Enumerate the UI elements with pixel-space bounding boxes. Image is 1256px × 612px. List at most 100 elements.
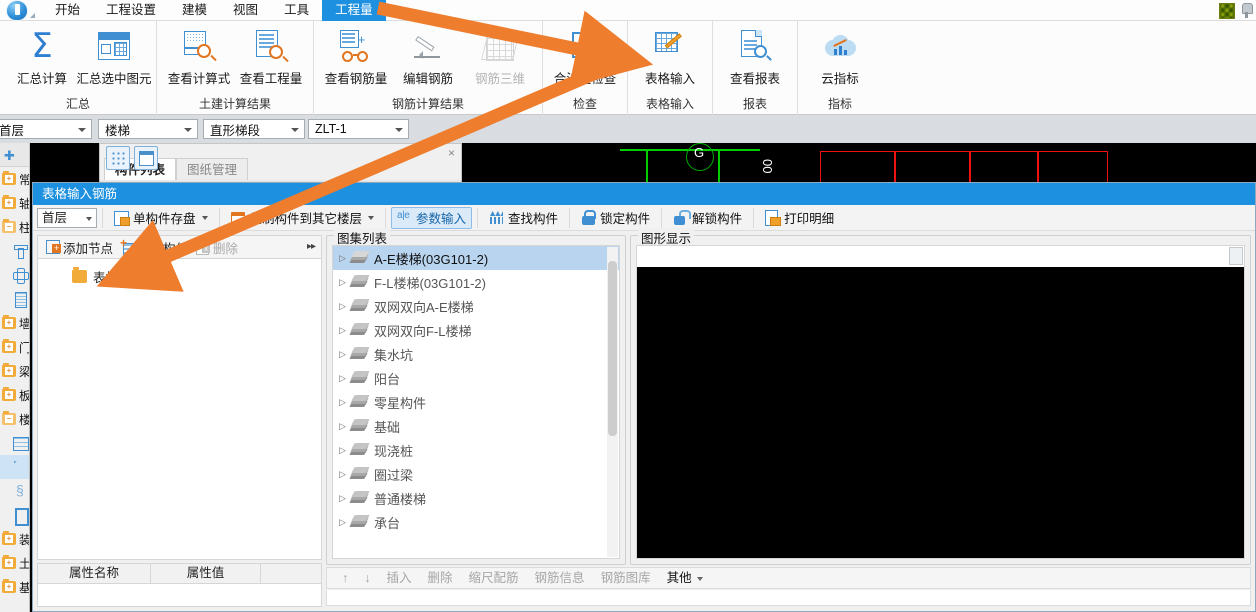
find-component-button[interactable]: 查找构件: [483, 207, 564, 229]
atlas-item-label: 双网双向A-E楼梯: [374, 299, 474, 315]
scale-rebar-button: 缩尺配筋: [468, 571, 519, 585]
ribbon-button-edit-rebar[interactable]: 编辑钢筋: [392, 23, 464, 87]
list-item[interactable]: ▷ A-E楼梯(03G101-2): [333, 246, 619, 270]
menu-item-modeling[interactable]: 建模: [169, 0, 220, 21]
component-tree[interactable]: 表格构件钢筋: [37, 259, 322, 560]
sidebar-item-cross-column[interactable]: [0, 263, 29, 287]
graphic-scrollbar-button[interactable]: [1229, 247, 1243, 265]
print-detail-button[interactable]: 打印明细: [759, 207, 840, 229]
sidebar-item-beam[interactable]: + 梁: [0, 359, 29, 383]
sidebar-item-stair-segment[interactable]: [0, 455, 29, 479]
menu-item-start[interactable]: 开始: [42, 0, 93, 21]
graphic-render-surface[interactable]: [637, 267, 1244, 558]
chevron-down-icon[interactable]: [368, 215, 375, 220]
sidebar-item-column-grid[interactable]: [0, 287, 29, 311]
toolbar-separator: [102, 207, 103, 228]
book-icon: [349, 514, 370, 529]
scrollbar-thumb[interactable]: [608, 261, 617, 436]
add-node-button[interactable]: 添加节点: [42, 237, 117, 257]
ribbon-button-view-report[interactable]: 查看报表: [719, 23, 791, 87]
tab-drawing-manager[interactable]: 图纸管理: [176, 158, 249, 180]
graphic-display-area[interactable]: [636, 245, 1245, 559]
sidebar-item-common[interactable]: + 常用: [0, 167, 29, 191]
sidebar-item-slab[interactable]: + 板: [0, 383, 29, 407]
component-subtype-selector[interactable]: 直形梯段: [203, 119, 305, 139]
toolbar-overflow-icon[interactable]: ▸▸: [307, 241, 316, 252]
ribbon-button-summary-selected[interactable]: 汇总选中图元: [77, 23, 152, 87]
sidebar-item-foundation[interactable]: + 基础: [0, 575, 29, 599]
rebar-data-grid[interactable]: [326, 590, 1251, 606]
list-item[interactable]: ▷ 零星构件: [333, 390, 619, 414]
list-item[interactable]: ▷ 圈过梁: [333, 462, 619, 486]
column-icon: [12, 243, 28, 259]
atlas-list-scrollbar[interactable]: [607, 247, 618, 557]
cloud-chart-icon: [820, 28, 860, 66]
sidebar-item-decoration[interactable]: + 装修: [0, 527, 29, 551]
book-icon: [349, 346, 370, 361]
list-item[interactable]: ▷ F-L楼梯(03G101-2): [333, 270, 619, 294]
atlas-item-label: 阳台: [374, 371, 401, 387]
sidebar-item-earthwork[interactable]: + 土方: [0, 551, 29, 575]
list-item[interactable]: ▷ 双网双向A-E楼梯: [333, 294, 619, 318]
floor-selector[interactable]: 首层: [0, 119, 92, 139]
close-icon[interactable]: ×: [448, 146, 455, 160]
view-mode-card-button[interactable]: [134, 146, 158, 170]
parameter-input-button[interactable]: 参数输入: [391, 206, 473, 229]
lock-component-button[interactable]: 锁定构件: [575, 207, 656, 229]
menu-item-tools[interactable]: 工具: [271, 0, 322, 21]
atlas-list[interactable]: ▷ A-E楼梯(03G101-2) ▷ F-L楼梯(03G101-2) ▷ 双网…: [332, 245, 620, 559]
copy-to-other-floor-button[interactable]: 复制构件到其它楼层: [225, 207, 381, 229]
sidebar-item-column[interactable]: − 柱: [0, 215, 29, 239]
ribbon-button-summary-calc[interactable]: Σ 汇总计算: [6, 23, 78, 87]
texture-swatch-icon[interactable]: [1219, 2, 1235, 19]
pin-icon[interactable]: [1241, 2, 1253, 19]
list-item[interactable]: ▷ 普通楼梯: [333, 486, 619, 510]
folder-icon: +: [2, 171, 16, 185]
list-item[interactable]: ▷ 双网双向F-L楼梯: [333, 318, 619, 342]
document-magnifier-icon: [251, 28, 291, 66]
ribbon-button-view-formula[interactable]: 查看计算式: [163, 23, 235, 87]
sidebar-item-stairs[interactable]: − 楼梯: [0, 407, 29, 431]
ribbon-button-validity-check[interactable]: 合法性检查: [549, 23, 621, 87]
sidebar-item-label: 板: [19, 387, 29, 404]
folder-icon: +: [2, 195, 16, 209]
add-icon[interactable]: ✚: [4, 148, 15, 164]
folder-open-icon: −: [2, 411, 16, 425]
tree-root-node[interactable]: 表格构件钢筋: [44, 267, 315, 286]
app-logo-orb: [6, 0, 28, 21]
unlock-component-button[interactable]: 解锁构件: [667, 207, 748, 229]
component-name-selector[interactable]: ZLT-1: [308, 119, 409, 139]
menu-item-quantity[interactable]: 工程量: [322, 0, 386, 21]
list-item[interactable]: ▷ 阳台: [333, 366, 619, 390]
sidebar-item-rect[interactable]: [0, 503, 29, 527]
add-node-label: 添加节点: [63, 241, 114, 256]
chevron-down-icon[interactable]: [201, 215, 208, 220]
folder-open-icon: −: [2, 219, 16, 233]
list-item[interactable]: ▷ 集水坑: [333, 342, 619, 366]
sidebar-item-column-shape[interactable]: [0, 239, 29, 263]
save-component-button[interactable]: 单构件存盘: [108, 207, 214, 229]
ribbon-button-table-input[interactable]: 表格输入: [634, 23, 706, 87]
other-button[interactable]: 其他: [660, 568, 710, 588]
sidebar-item-door-window[interactable]: + 门窗: [0, 335, 29, 359]
menu-item-view[interactable]: 视图: [220, 0, 271, 21]
sidebar-item-stair-shape[interactable]: [0, 431, 29, 455]
add-component-button[interactable]: 添加构件: [117, 237, 192, 257]
component-type-selector[interactable]: 楼梯: [98, 119, 198, 139]
dialog-floor-selector[interactable]: 首层: [37, 207, 97, 228]
sidebar-item-axis[interactable]: + 轴线: [0, 191, 29, 215]
folder-icon: +: [2, 315, 16, 329]
menu-item-project-settings[interactable]: 工程设置: [93, 0, 169, 21]
sidebar-item-wall[interactable]: + 墙: [0, 311, 29, 335]
folder-icon: +: [2, 363, 16, 377]
list-item[interactable]: ▷ 基础: [333, 414, 619, 438]
toolbar-separator: [218, 207, 220, 228]
list-item[interactable]: ▷ 现浇桩: [333, 438, 619, 462]
ribbon-button-cloud-indicator[interactable]: 云指标: [804, 23, 876, 87]
ribbon-button-view-quantity[interactable]: 查看工程量: [235, 23, 307, 87]
sidebar-item-squiggle[interactable]: [0, 479, 29, 503]
view-mode-list-button[interactable]: [106, 146, 130, 170]
ribbon-button-view-rebar[interactable]: + 查看钢筋量: [320, 23, 392, 87]
list-item[interactable]: ▷ 承台: [333, 510, 619, 534]
ribbon-button-label: 云指标: [821, 72, 859, 86]
